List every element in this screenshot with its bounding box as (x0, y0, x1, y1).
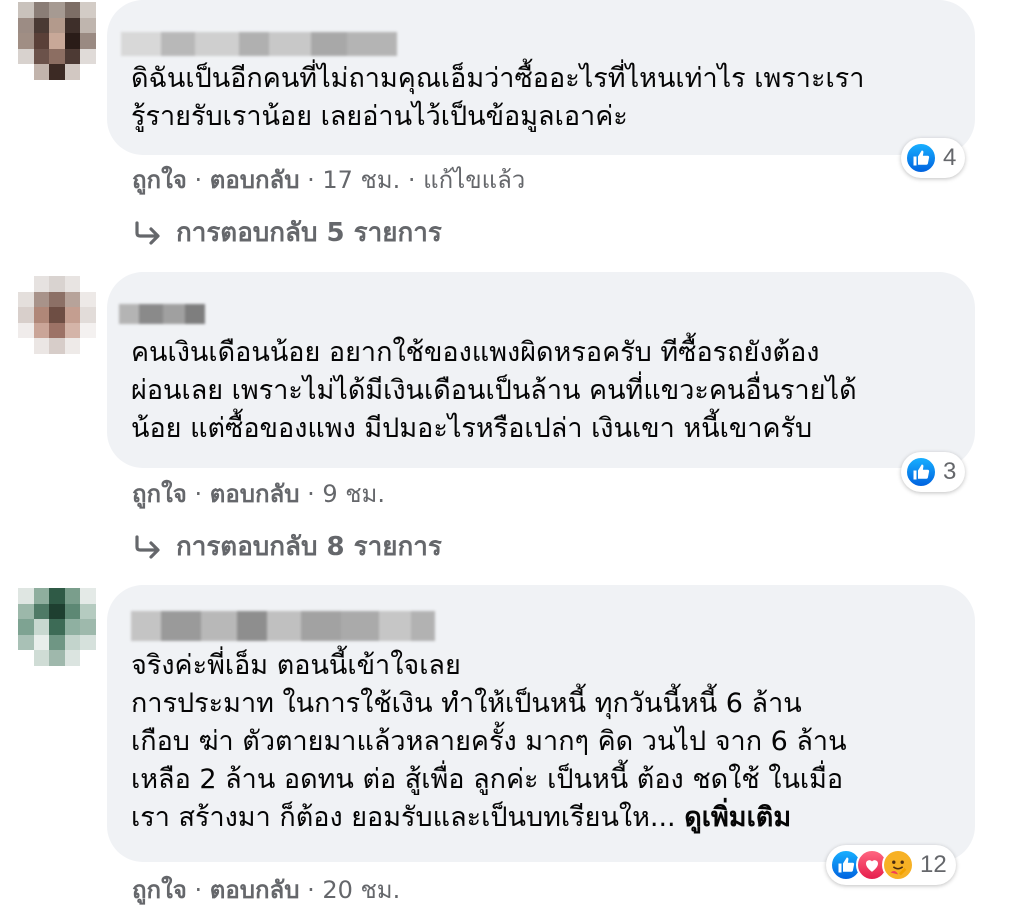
like-icon (905, 456, 937, 488)
reaction-count: 3 (943, 458, 957, 485)
replies-count-label: การตอบกลับ 5 รายการ (176, 218, 442, 248)
reaction-count: 4 (943, 144, 957, 171)
reply-arrow-icon (135, 534, 160, 559)
comment-bubble: ดิฉันเป็นอีกคนที่ไม่ถามคุณเอ็มว่าซื้ออะไ… (107, 0, 975, 155)
comment-bubble: จริงค่ะพี่เอ็ม ตอนนี้เข้าใจเลย การประมาท … (107, 585, 975, 862)
timestamp[interactable]: 20 ชม. (322, 876, 400, 904)
comment-text: คนเงินเดือนน้อย อยากใช้ของแพงผิดหรอครับ … (131, 337, 857, 444)
author-name-blurred[interactable] (131, 611, 435, 641)
reaction-count: 12 (920, 851, 947, 878)
comment-actions: ถูกใจ · ตอบกลับ · 17 ชม. · แก้ไขแล้ว (132, 160, 525, 199)
avatar[interactable] (18, 588, 96, 666)
comment-text: จริงค่ะพี่เอ็ม ตอนนี้เข้าใจเลย การประมาท … (131, 650, 847, 833)
timestamp[interactable]: 17 ชม. (322, 166, 400, 194)
reply-arrow-icon (135, 220, 160, 245)
separator: · (186, 876, 210, 904)
reaction-summary[interactable]: 4 (901, 138, 966, 178)
separator: · (400, 166, 424, 194)
comment-bubble: คนเงินเดือนน้อย อยากใช้ของแพงผิดหรอครับ … (107, 272, 975, 468)
author-name-blurred[interactable] (121, 32, 397, 56)
replies-count-label: การตอบกลับ 8 รายการ (176, 532, 442, 562)
comment-actions: ถูกใจ · ตอบกลับ · 20 ชม. (132, 870, 400, 909)
timestamp[interactable]: 9 ชม. (322, 480, 385, 508)
avatar[interactable] (18, 276, 96, 354)
care-icon (882, 849, 914, 881)
view-replies-link[interactable]: การตอบกลับ 5 รายการ (132, 212, 442, 253)
author-name-blurred[interactable] (119, 304, 205, 324)
like-link[interactable]: ถูกใจ (132, 480, 187, 508)
edited-label[interactable]: แก้ไขแล้ว (423, 166, 525, 194)
reply-link[interactable]: ตอบกลับ (210, 876, 300, 904)
reply-link[interactable]: ตอบกลับ (210, 480, 300, 508)
reaction-icons (830, 849, 914, 881)
see-more-link[interactable]: ดูเพิ่มเติม (684, 802, 791, 833)
view-replies-link[interactable]: การตอบกลับ 8 รายการ (132, 526, 442, 567)
reply-link[interactable]: ตอบกลับ (210, 166, 300, 194)
like-link[interactable]: ถูกใจ (132, 166, 187, 194)
like-icon (905, 142, 937, 174)
separator: · (186, 166, 210, 194)
separator: · (299, 166, 323, 194)
separator: · (186, 480, 210, 508)
avatar[interactable] (18, 2, 96, 80)
comment-text: ดิฉันเป็นอีกคนที่ไม่ถามคุณเอ็มว่าซื้ออะไ… (131, 63, 865, 132)
separator: · (299, 876, 323, 904)
like-link[interactable]: ถูกใจ (132, 876, 187, 904)
reaction-summary[interactable]: 3 (901, 452, 966, 492)
separator: · (299, 480, 323, 508)
reaction-summary[interactable]: 12 (826, 845, 956, 885)
comment-actions: ถูกใจ · ตอบกลับ · 9 ชม. (132, 474, 385, 513)
